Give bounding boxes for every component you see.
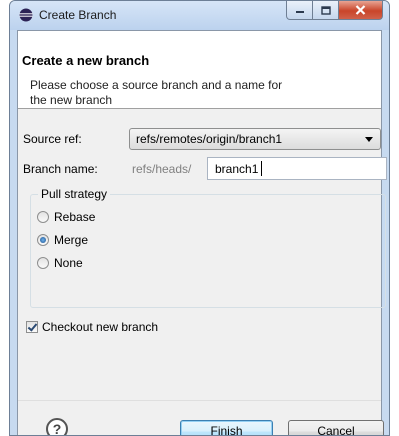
- source-ref-dropdown[interactable]: refs/remotes/origin/branch1: [129, 128, 381, 150]
- checkbox[interactable]: [26, 321, 38, 333]
- maximize-button[interactable]: [313, 1, 339, 20]
- window-title: Create Branch: [39, 8, 117, 22]
- create-branch-window: Create Branch Create a new branch Please…: [9, 0, 390, 436]
- radio-label: None: [54, 256, 83, 270]
- radio-none[interactable]: None: [37, 256, 83, 270]
- dropdown-arrow-icon: [365, 137, 373, 142]
- dialog-body: Create a new branch Please choose a sour…: [17, 30, 387, 435]
- branch-name-prefix: refs/heads/: [132, 162, 192, 176]
- cancel-button[interactable]: Cancel: [288, 420, 384, 435]
- radio-rebase[interactable]: Rebase: [37, 210, 95, 224]
- window-controls: [286, 1, 383, 21]
- text-caret: [261, 161, 262, 176]
- maximize-icon: [320, 5, 331, 15]
- radio-button[interactable]: [37, 211, 49, 223]
- close-button[interactable]: [339, 1, 383, 20]
- title-bar[interactable]: Create Branch: [10, 1, 389, 30]
- radio-label: Rebase: [54, 210, 96, 224]
- close-icon: [355, 5, 366, 15]
- source-ref-value: refs/remotes/origin/branch1: [136, 132, 283, 146]
- minimize-button[interactable]: [286, 1, 313, 20]
- branch-name-value: branch1: [215, 162, 259, 176]
- checkbox-label: Checkout new branch: [42, 320, 159, 334]
- finish-button[interactable]: Finish: [180, 420, 273, 435]
- source-ref-label: Source ref:: [23, 132, 82, 146]
- radio-label: Merge: [54, 233, 89, 247]
- pull-strategy-title: Pull strategy: [38, 187, 111, 201]
- help-icon[interactable]: ?: [46, 418, 68, 435]
- radio-button[interactable]: [37, 234, 49, 246]
- minimize-icon: [295, 11, 304, 13]
- radio-merge[interactable]: Merge: [37, 233, 88, 247]
- checkout-new-branch[interactable]: Checkout new branch: [26, 320, 158, 334]
- branch-name-label: Branch name:: [23, 162, 98, 176]
- radio-button[interactable]: [37, 257, 49, 269]
- eclipse-icon: [19, 8, 33, 22]
- branch-name-input[interactable]: branch1: [207, 157, 387, 180]
- dialog-banner: Create a new branch Please choose a sour…: [18, 31, 381, 109]
- banner-title: Create a new branch: [22, 53, 150, 68]
- banner-message: Please choose a source branch and a name…: [30, 78, 283, 107]
